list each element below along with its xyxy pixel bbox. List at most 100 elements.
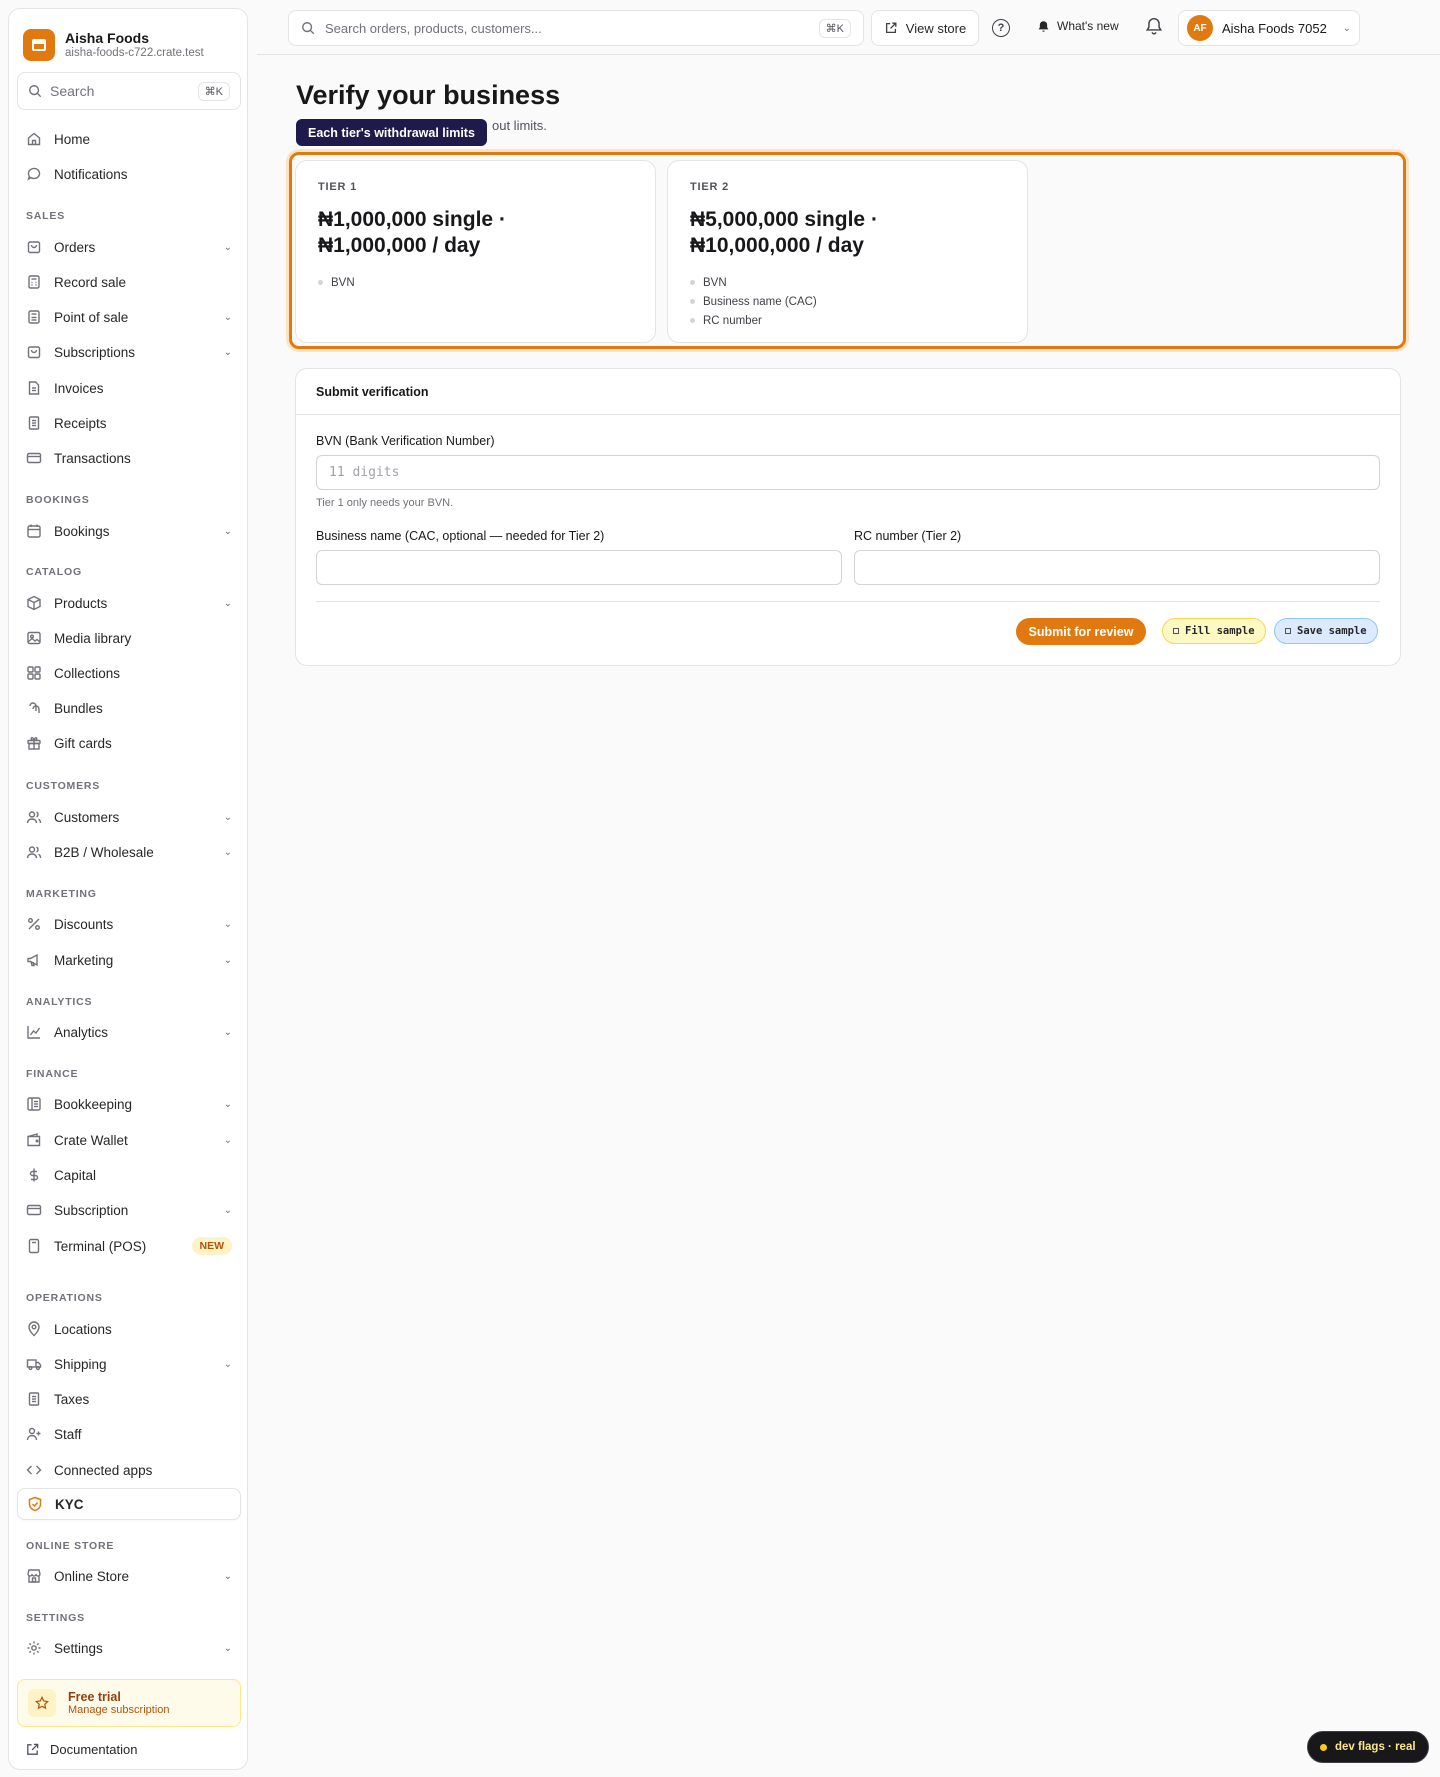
save-sample-button[interactable]: Save sample <box>1274 618 1378 644</box>
sidebar-item-subscriptions[interactable]: Subscriptions ⌄ <box>17 336 241 368</box>
sidebar-item-label: Point of sale <box>54 309 129 325</box>
sidebar-item-terminal-pos[interactable]: Terminal (POS) NEW <box>17 1230 241 1262</box>
sidebar-item-staff[interactable]: Staff <box>17 1418 241 1450</box>
account-menu[interactable]: AF Aisha Foods 7052 ⌄ <box>1178 10 1360 46</box>
sidebar-item-point-of-sale[interactable]: Point of sale ⌄ <box>17 301 241 333</box>
chevron-down-icon: ⌄ <box>223 241 232 253</box>
sidebar-item-label: Settings <box>54 1640 103 1656</box>
sidebar-item-b2b-wholesale[interactable]: B2B / Wholesale ⌄ <box>17 836 241 868</box>
sidebar-item-collections[interactable]: Collections <box>17 657 241 689</box>
sidebar-item-label: Orders <box>54 239 96 255</box>
submit-for-review-button[interactable]: Submit for review <box>1016 618 1146 645</box>
sidebar-item-record-sale[interactable]: Record sale <box>17 266 241 298</box>
sidebar-item-label: Gift cards <box>54 735 112 751</box>
sidebar-item-label: Receipts <box>54 415 107 431</box>
sidebar-item-locations[interactable]: Locations <box>17 1313 241 1345</box>
free-trial-card[interactable]: Free trial Manage subscription <box>17 1679 241 1727</box>
documentation-label: Documentation <box>50 1742 138 1757</box>
sidebar-item-invoices[interactable]: Invoices <box>17 372 241 404</box>
global-search[interactable]: Search orders, products, customers... ⌘K <box>288 10 864 46</box>
sidebar-item-bookings[interactable]: Bookings ⌄ <box>17 515 241 547</box>
notifications-bell-icon[interactable] <box>1145 17 1163 35</box>
save-sample-label: Save sample <box>1297 625 1367 637</box>
sidebar-item-taxes[interactable]: Taxes <box>17 1383 241 1415</box>
business-name-input[interactable] <box>316 550 842 585</box>
section-label-analytics: ANALYTICS <box>26 996 93 1008</box>
document-icon <box>26 380 42 396</box>
sidebar-item-products[interactable]: Products ⌄ <box>17 587 241 619</box>
sidebar-item-customers[interactable]: Customers ⌄ <box>17 801 241 833</box>
sidebar-item-label: Locations <box>54 1321 112 1337</box>
account-name: Aisha Foods 7052 <box>1222 20 1327 36</box>
view-store-label: View store <box>905 20 967 36</box>
sidebar-item-settings[interactable]: Settings ⌄ <box>17 1632 241 1664</box>
user-plus-icon <box>26 1426 42 1442</box>
chevron-down-icon: ⌄ <box>223 1134 232 1146</box>
documentation-link[interactable]: Documentation <box>25 1742 137 1757</box>
tour-tooltip: Each tier's withdrawal limits <box>296 119 487 146</box>
sidebar-item-gift-cards[interactable]: Gift cards <box>17 727 241 759</box>
sidebar-item-marketing[interactable]: Marketing ⌄ <box>17 944 241 976</box>
sidebar-item-crate-wallet[interactable]: Crate Wallet ⌄ <box>17 1124 241 1156</box>
sidebar-item-kyc[interactable]: KYC <box>17 1488 241 1520</box>
external-link-icon <box>884 21 898 35</box>
chevron-down-icon: ⌄ <box>223 1098 232 1110</box>
sidebar-item-label: Crate Wallet <box>54 1132 128 1148</box>
manage-subscription-link[interactable]: Manage subscription <box>68 1704 170 1716</box>
search-shortcut: ⌘K <box>197 81 230 101</box>
chevron-down-icon: ⌄ <box>223 1570 232 1582</box>
rc-number-input[interactable] <box>854 550 1380 585</box>
brand-name: Aisha Foods <box>65 30 150 46</box>
credit-card-icon <box>26 1202 42 1218</box>
sidebar-item-label: Customers <box>54 809 120 825</box>
sidebar-item-bookkeeping[interactable]: Bookkeeping ⌄ <box>17 1088 241 1120</box>
tier-requirements: BVN <box>318 273 633 292</box>
brand[interactable]: Aisha Foods aisha-foods-c722.crate.test <box>23 25 235 65</box>
dev-flags-badge[interactable]: dev flags · real <box>1307 1731 1429 1763</box>
view-store-button[interactable]: View store <box>871 10 979 46</box>
bvn-input[interactable] <box>316 455 1380 490</box>
tier-requirements: BVN Business name (CAC) RC number <box>690 273 1005 330</box>
status-dot-icon <box>1320 1743 1327 1751</box>
sidebar-item-label: Online Store <box>54 1568 130 1584</box>
sidebar-item-label: Subscriptions <box>54 344 136 360</box>
chevron-down-icon: ⌄ <box>223 525 232 537</box>
sidebar-item-label: Terminal (POS) <box>54 1238 147 1254</box>
sidebar-item-discounts[interactable]: Discounts ⌄ <box>17 908 241 940</box>
fill-sample-button[interactable]: Fill sample <box>1162 618 1266 644</box>
sidebar-item-connected-apps[interactable]: Connected apps <box>17 1454 241 1486</box>
dev-flags-label: dev flags · real <box>1335 1741 1416 1753</box>
chevron-down-icon: ⌄ <box>223 1026 232 1038</box>
tier-card-1: TIER 1 ₦1,000,000 single · ₦1,000,000 / … <box>295 160 656 343</box>
sidebar-item-transactions[interactable]: Transactions <box>17 442 241 474</box>
chevron-down-icon: ⌄ <box>223 918 232 930</box>
store-logo-icon <box>23 29 55 61</box>
chat-bubble-icon <box>26 166 42 182</box>
whats-new-button[interactable]: What's new <box>1037 19 1119 33</box>
section-label-marketing: MARKETING <box>26 888 97 900</box>
sidebar-search[interactable]: Search ⌘K <box>17 72 241 110</box>
help-icon[interactable]: ? <box>992 19 1010 37</box>
gear-icon <box>26 1640 42 1656</box>
sidebar-search-placeholder: Search <box>50 83 95 99</box>
sidebar-item-capital[interactable]: Capital <box>17 1159 241 1191</box>
receipt-icon <box>26 1391 42 1407</box>
sidebar: Aisha Foods aisha-foods-c722.crate.test … <box>8 8 248 1770</box>
sidebar-item-label: KYC <box>55 1496 84 1512</box>
sidebar-item-subscription[interactable]: Subscription ⌄ <box>17 1194 241 1226</box>
percent-icon <box>26 916 42 932</box>
chevron-down-icon: ⌄ <box>223 597 232 609</box>
sidebar-item-analytics[interactable]: Analytics ⌄ <box>17 1016 241 1048</box>
sidebar-item-online-store[interactable]: Online Store ⌄ <box>17 1560 241 1592</box>
sidebar-item-home[interactable]: Home <box>17 123 241 155</box>
shield-check-icon <box>27 1496 43 1512</box>
sidebar-item-label: Products <box>54 595 108 611</box>
sidebar-item-notifications[interactable]: Notifications <box>17 158 241 190</box>
requirement-item: BVN <box>318 273 633 292</box>
sidebar-item-shipping[interactable]: Shipping ⌄ <box>17 1348 241 1380</box>
sidebar-item-media-library[interactable]: Media library <box>17 622 241 654</box>
link-icon <box>26 700 42 716</box>
sidebar-item-orders[interactable]: Orders ⌄ <box>17 231 241 263</box>
sidebar-item-bundles[interactable]: Bundles <box>17 692 241 724</box>
sidebar-item-receipts[interactable]: Receipts <box>17 407 241 439</box>
